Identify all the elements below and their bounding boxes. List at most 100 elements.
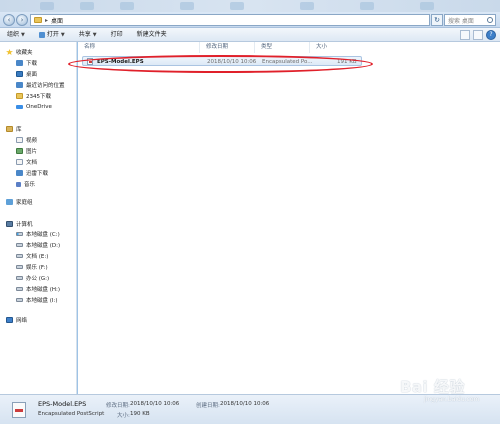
sidebar-favorites-label: 收藏夹 [16,50,33,56]
details-modified-value: 2018/10/10 10:06 [130,401,180,407]
sidebar-item-drive-e[interactable]: 文档 (E:) [16,251,48,261]
back-button[interactable]: ‹ [3,14,15,26]
sidebar-item-label: 最近访问的位置 [26,83,65,89]
sidebar-libraries-label: 库 [16,127,22,133]
sidebar-homegroup[interactable]: 家庭组 [6,197,33,207]
document-icon [16,159,23,165]
sidebar-item-label: 办公 (G:) [26,276,50,282]
download-icon [16,170,23,176]
recent-places-icon [16,82,23,88]
sidebar-item-label: 本地磁盘 (H:) [26,287,61,293]
forward-button[interactable]: › [16,14,28,26]
organize-button[interactable]: 组织 ▼ [0,28,32,42]
sidebar-item-desktop[interactable]: 桌面 [16,69,37,79]
print-button[interactable]: 打印 [104,28,130,42]
details-modified-label: 修改日期: [106,403,130,409]
sidebar-item-label: 下载 [26,61,38,67]
drive-icon [16,254,23,258]
sidebar-item-label: 本地磁盘 (D:) [26,243,61,249]
star-icon [6,49,13,55]
sidebar-item-label: 图片 [26,149,38,155]
details-created-value: 2018/10/10 10:06 [220,401,270,407]
print-label: 打印 [110,30,123,38]
new-folder-label: 新建文件夹 [136,30,167,38]
sidebar-item-drive-c[interactable]: 本地磁盘 (C:) [16,229,60,239]
search-placeholder: 搜索 桌面 [448,17,474,25]
file-list: 名称 修改日期 类型 大小 EPS-Model.EPS 2018/10/10 1… [78,42,500,394]
search-input[interactable]: 搜索 桌面 [444,14,496,26]
share-button[interactable]: 共享 ▼ [72,28,104,42]
organize-label: 组织 [7,30,20,38]
watermark-sub: jingyan.baidu.com [424,396,480,403]
sidebar-item-onedrive[interactable]: OneDrive [16,102,52,112]
sidebar-item-recent[interactable]: 最近访问的位置 [16,80,65,90]
address-bar[interactable]: ▸ 桌面 [30,14,430,26]
homegroup-icon [6,199,13,205]
chevron-down-icon: ▼ [21,31,25,38]
video-icon [16,137,23,143]
sidebar-item-pictures[interactable]: 图片 [16,146,37,156]
new-folder-button[interactable]: 新建文件夹 [130,28,174,42]
column-header-modified[interactable]: 修改日期 [200,42,255,53]
sidebar-favorites[interactable]: 收藏夹 [6,47,33,57]
sidebar-item-label: 娱乐 (F:) [26,265,48,271]
sidebar-item-documents[interactable]: 文档 [16,157,37,167]
sidebar-item-downloads[interactable]: 下载 [16,58,37,68]
search-icon [487,17,493,23]
navigation-pane: 收藏夹 下载 桌面 最近访问的位置 2345下载 OneDrive 库 视频 图… [0,42,77,394]
address-row: ‹ › ▸ 桌面 ↻ 搜索 桌面 [0,12,500,28]
drive-icon [16,232,23,236]
sidebar-item-label: 桌面 [26,72,38,78]
details-size-label: 大小: [117,413,130,419]
network-icon [6,317,13,323]
sidebar-item-label: 本地磁盘 (C:) [26,232,60,238]
open-icon [38,31,45,38]
details-created-label: 创建日期: [196,403,220,409]
sidebar-item-drive-f[interactable]: 娱乐 (F:) [16,262,48,272]
details-size-value: 190 KB [130,411,150,417]
details-file-type: Encapsulated PostScript [38,411,105,417]
sidebar-network-label: 网络 [16,318,28,324]
desktop-icon [16,71,23,77]
sidebar-item-xunlei-downloads[interactable]: 迅雷下载 [16,168,48,178]
sidebar-item-videos[interactable]: 视频 [16,135,37,145]
view-options-icon[interactable] [460,30,470,40]
sidebar-item-label: 本地磁盘 (I:) [26,298,58,304]
sidebar-item-drive-g[interactable]: 办公 (G:) [16,273,49,283]
eps-file-thumbnail-icon [12,402,26,418]
picture-icon [16,148,23,154]
help-icon[interactable]: ? [486,30,496,40]
breadcrumb-desktop[interactable]: 桌面 [51,16,63,25]
column-header-size[interactable]: 大小 [310,42,360,53]
sidebar-item-label: 文档 [26,160,38,166]
paw-logo-icon [386,380,398,392]
sidebar-item-2345-downloads[interactable]: 2345下载 [16,91,51,101]
watermark-text: Bai 经验 [400,378,465,396]
sidebar-item-drive-i[interactable]: 本地磁盘 (I:) [16,295,58,305]
sidebar-item-drive-h[interactable]: 本地磁盘 (H:) [16,284,60,294]
column-header-name[interactable]: 名称 [78,42,200,53]
sidebar-item-label: 视频 [26,138,38,144]
drive-icon [16,287,23,291]
preview-pane-icon[interactable] [473,30,483,40]
open-label: 打开 [46,30,59,38]
open-button[interactable]: 打开 ▼ [32,28,72,42]
chevron-down-icon: ▼ [92,31,97,38]
refresh-button[interactable]: ↻ [431,14,443,26]
sidebar-libraries[interactable]: 库 [6,124,22,134]
drive-icon [16,276,23,280]
sidebar-computer[interactable]: 计算机 [6,219,33,229]
drive-icon [16,265,23,269]
sidebar-network[interactable]: 网络 [6,315,27,325]
sidebar-item-music[interactable]: 音乐 [16,179,35,189]
drive-icon [16,243,23,247]
computer-icon [6,221,13,227]
sidebar-item-label: 音乐 [24,182,36,188]
download-icon [16,60,23,66]
column-header-type[interactable]: 类型 [255,42,310,53]
sidebar-homegroup-label: 家庭组 [16,200,33,206]
breadcrumb-separator: ▸ [45,16,49,24]
sidebar-item-drive-d[interactable]: 本地磁盘 (D:) [16,240,60,250]
cloud-icon [16,105,23,109]
sidebar-item-label: 迅雷下载 [26,171,49,177]
